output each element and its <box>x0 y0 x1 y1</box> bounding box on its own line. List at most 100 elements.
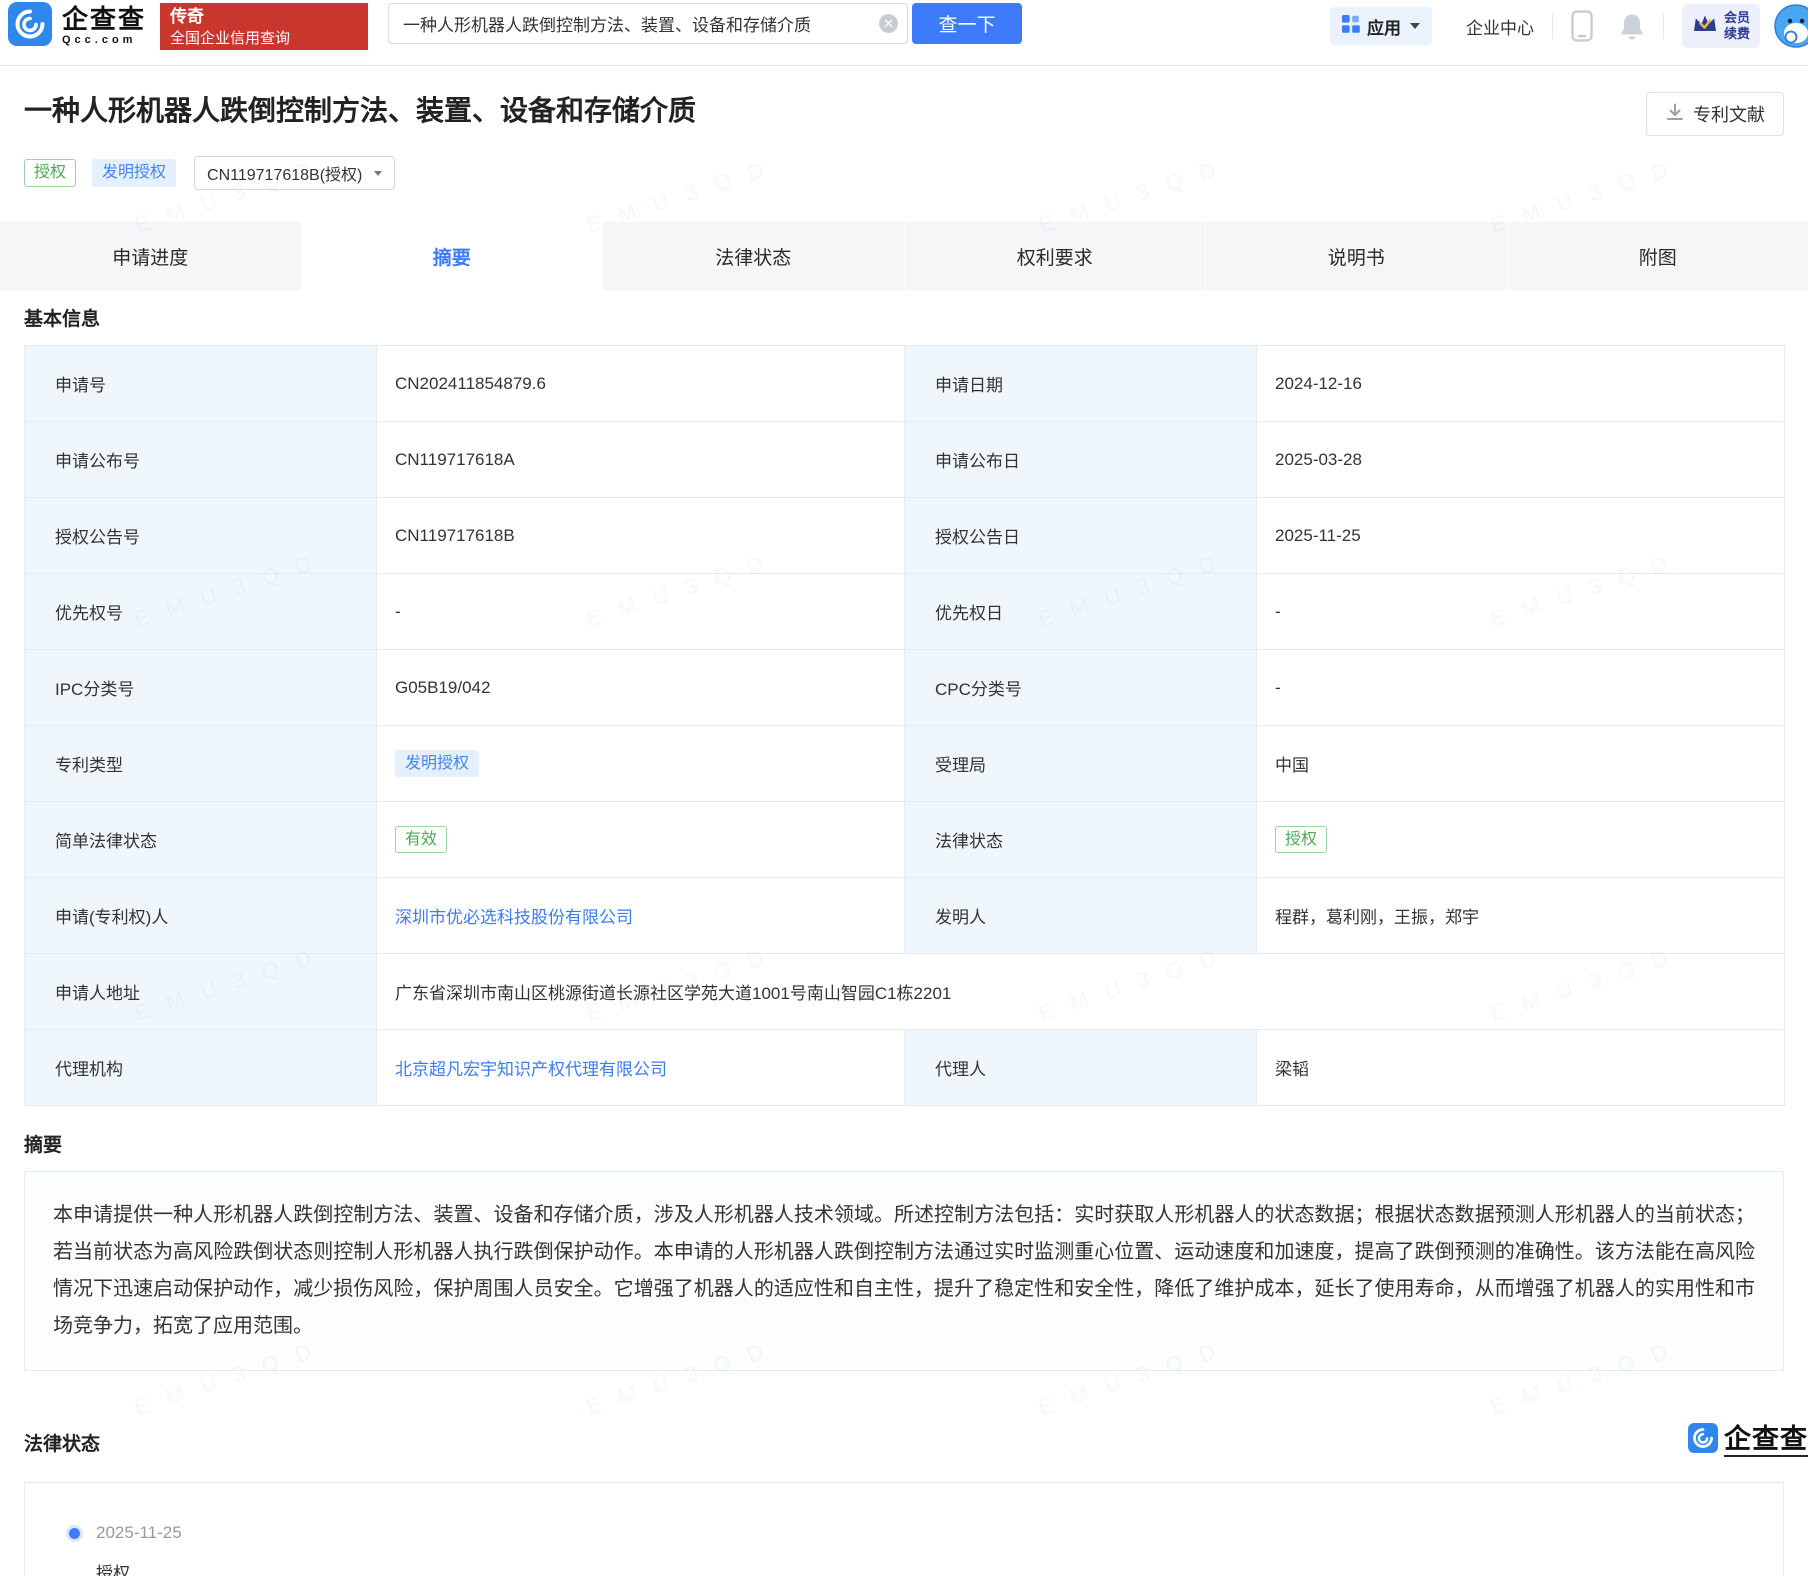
qcc-logo-domain: Qcc.com <box>62 35 146 46</box>
field-value: G05B19/042 <box>377 650 905 726</box>
search-input[interactable] <box>388 3 908 44</box>
main-content: 一种人形机器人跌倒控制方法、装置、设备和存储介质 专利文献 授权 发明授权 CN… <box>0 92 1808 190</box>
field-label: 简单法律状态 <box>25 802 377 878</box>
field-value: CN202411854879.6 <box>377 346 905 422</box>
field-value: 广东省深圳市南山区桃源街道长源社区学苑大道1001号南山智园C1栋2201 <box>377 954 1785 1030</box>
field-value: - <box>1257 574 1785 650</box>
tab-bar: 申请进度 摘要 法律状态 权利要求 说明书 附图 <box>0 222 1808 290</box>
apps-menu[interactable]: 应用 <box>1330 7 1432 45</box>
field-label: 受理局 <box>905 726 1257 802</box>
promo-line1: 传奇 <box>170 6 358 29</box>
tab-legal-status[interactable]: 法律状态 <box>603 222 905 290</box>
field-label: 申请人地址 <box>25 954 377 1030</box>
download-patent-button[interactable]: 专利文献 <box>1646 92 1784 136</box>
field-value: 2024-12-16 <box>1257 346 1785 422</box>
apps-grid-icon <box>1342 15 1360 38</box>
legal-status-timeline: 2025-11-25 授权 <box>24 1482 1784 1576</box>
chevron-down-icon <box>374 171 382 176</box>
search-box: ✕ <box>388 3 908 44</box>
table-row: 专利类型 发明授权 受理局 中国 <box>25 726 1785 802</box>
crown-icon <box>1692 13 1718 40</box>
table-row: 代理机构 北京超凡宏宇知识产权代理有限公司 代理人 梁韬 <box>25 1030 1785 1106</box>
legal-status-heading: 法律状态 <box>24 1429 100 1456</box>
field-value: - <box>377 574 905 650</box>
table-row: 简单法律状态 有效 法律状态 授权 <box>25 802 1785 878</box>
field-label: CPC分类号 <box>905 650 1257 726</box>
field-label: 授权公告号 <box>25 498 377 574</box>
field-label: 优先权号 <box>25 574 377 650</box>
field-value: 梁韬 <box>1257 1030 1785 1106</box>
simple-legal-status-badge: 有效 <box>395 826 447 853</box>
field-label: 申请日期 <box>905 346 1257 422</box>
chevron-down-icon <box>1410 23 1420 29</box>
publication-select[interactable]: CN119717618B(授权) <box>194 156 395 190</box>
field-value: 2025-11-25 <box>1257 498 1785 574</box>
bell-icon[interactable] <box>1619 12 1645 40</box>
field-label: 代理人 <box>905 1030 1257 1106</box>
apps-label: 应用 <box>1367 14 1401 39</box>
field-value: CN119717618B <box>377 498 905 574</box>
patent-title: 一种人形机器人跌倒控制方法、装置、设备和存储介质 <box>24 92 696 130</box>
field-label: 申请(专利权)人 <box>25 878 377 954</box>
abstract-heading: 摘要 <box>24 1130 1784 1157</box>
member-label: 会员 续费 <box>1724 10 1750 43</box>
invention-grant-badge: 发明授权 <box>92 159 176 186</box>
field-label: IPC分类号 <box>25 650 377 726</box>
table-row: 申请号 CN202411854879.6 申请日期 2024-12-16 <box>25 346 1785 422</box>
legal-status-section-header: 法律状态 企查查 <box>24 1429 1784 1456</box>
tab-claims[interactable]: 权利要求 <box>905 222 1207 290</box>
field-value: 程群，葛利刚，王振，郑宇 <box>1257 878 1785 954</box>
promo-line2: 全国企业信用查询 <box>170 29 358 49</box>
clear-icon[interactable]: ✕ <box>879 14 898 33</box>
timeline-dot <box>69 1528 80 1539</box>
timeline-status: 授权 <box>96 1559 1783 1576</box>
patent-type-badge: 发明授权 <box>395 750 479 777</box>
field-label: 法律状态 <box>905 802 1257 878</box>
field-label: 申请号 <box>25 346 377 422</box>
field-label: 专利类型 <box>25 726 377 802</box>
agency-link[interactable]: 北京超凡宏宇知识产权代理有限公司 <box>395 1060 667 1079</box>
field-value: CN119717618A <box>377 422 905 498</box>
field-value: 中国 <box>1257 726 1785 802</box>
tab-application-progress[interactable]: 申请进度 <box>0 222 302 290</box>
field-label: 发明人 <box>905 878 1257 954</box>
search-button[interactable]: 查一下 <box>912 3 1022 44</box>
field-label: 授权公告日 <box>905 498 1257 574</box>
qcc-logo[interactable]: 企查查 Qcc.com <box>8 3 146 49</box>
qcc-logo-name: 企查查 <box>62 6 146 32</box>
field-label: 申请公布日 <box>905 422 1257 498</box>
divider <box>1663 13 1664 39</box>
mobile-app-icon[interactable] <box>1571 10 1593 42</box>
download-icon <box>1665 102 1685 127</box>
qcc-logo-text: 企查查 Qcc.com <box>62 6 146 46</box>
timeline-date: 2025-11-25 <box>96 1523 182 1543</box>
title-row: 一种人形机器人跌倒控制方法、装置、设备和存储介质 专利文献 <box>24 92 1784 136</box>
table-row: 申请人地址 广东省深圳市南山区桃源街道长源社区学苑大道1001号南山智园C1栋2… <box>25 954 1785 1030</box>
tab-description[interactable]: 说明书 <box>1206 222 1508 290</box>
field-label: 优先权日 <box>905 574 1257 650</box>
qcc-brand-text: 企查查 <box>1724 1424 1808 1457</box>
qcc-brand-mark: 企查查 <box>1688 1423 1808 1458</box>
basic-info-section: 基本信息 申请号 CN202411854879.6 申请日期 2024-12-1… <box>0 304 1808 1576</box>
table-row: 申请公布号 CN119717618A 申请公布日 2025-03-28 <box>25 422 1785 498</box>
qcc-logo-icon <box>8 2 52 51</box>
promo-badge: 传奇 全国企业信用查询 <box>160 3 368 50</box>
top-header: 企查查 Qcc.com 传奇 全国企业信用查询 ✕ 查一下 应用 企业中心 <box>0 0 1808 66</box>
basic-info-table: 申请号 CN202411854879.6 申请日期 2024-12-16 申请公… <box>24 345 1785 1106</box>
abstract-text: 本申请提供一种人形机器人跌倒控制方法、装置、设备和存储介质，涉及人形机器人技术领… <box>24 1171 1784 1371</box>
grant-status-badge: 授权 <box>24 159 76 186</box>
table-row: 申请(专利权)人 深圳市优必选科技股份有限公司 发明人 程群，葛利刚，王振，郑宇 <box>25 878 1785 954</box>
field-label: 代理机构 <box>25 1030 377 1106</box>
mascot-service-icon[interactable] <box>1774 4 1808 48</box>
member-renew-button[interactable]: 会员 续费 <box>1682 4 1760 48</box>
tab-drawings[interactable]: 附图 <box>1508 222 1808 290</box>
qcc-brand-icon <box>1688 1423 1718 1458</box>
applicant-link[interactable]: 深圳市优必选科技股份有限公司 <box>395 908 633 927</box>
tab-abstract[interactable]: 摘要 <box>302 222 604 290</box>
field-value: 发明授权 <box>377 726 905 802</box>
top-nav: 应用 企业中心 会员 <box>1330 3 1808 49</box>
basic-info-heading: 基本信息 <box>24 304 1784 331</box>
field-value: 2025-03-28 <box>1257 422 1785 498</box>
enterprise-center-link[interactable]: 企业中心 <box>1466 14 1534 39</box>
badge-row: 授权 发明授权 CN119717618B(授权) <box>24 156 1784 190</box>
